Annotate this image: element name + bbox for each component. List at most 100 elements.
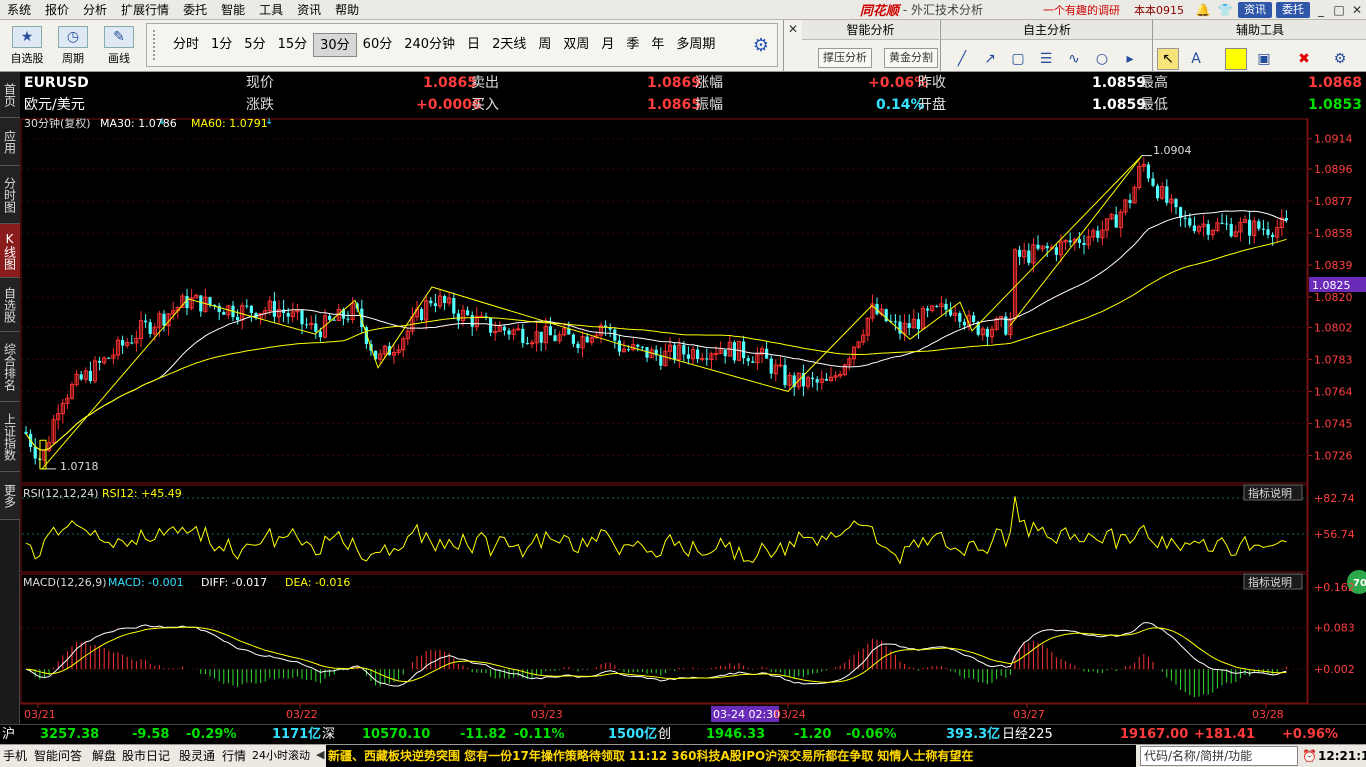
candle-down[interactable]: [249, 305, 253, 313]
shirt-icon[interactable]: 👕: [1217, 3, 1233, 17]
candle-down[interactable]: [926, 308, 930, 311]
menu-analysis[interactable]: 分析: [76, 0, 114, 20]
period-5min[interactable]: 5分: [238, 33, 271, 57]
candle-down[interactable]: [470, 315, 474, 327]
candle-down[interactable]: [452, 298, 456, 314]
candle-down[interactable]: [696, 349, 700, 360]
close-icon[interactable]: ✕: [1348, 3, 1366, 17]
candle-down[interactable]: [673, 345, 677, 360]
candle-down[interactable]: [585, 336, 589, 343]
menu-extended-market[interactable]: 扩展行情: [114, 0, 176, 20]
candle-up[interactable]: [778, 364, 783, 367]
candle-down[interactable]: [958, 313, 962, 322]
gear-icon[interactable]: ⚙: [1329, 48, 1351, 70]
candle-down[interactable]: [746, 358, 750, 362]
candle-down[interactable]: [144, 320, 148, 323]
watchlist-button[interactable]: ★ 自选股: [4, 23, 50, 69]
menu-news[interactable]: 资讯: [290, 0, 328, 20]
candle-down[interactable]: [723, 349, 727, 357]
candle-down[interactable]: [1156, 185, 1160, 199]
candle-down[interactable]: [466, 310, 470, 316]
line-tool-icon[interactable]: ╱: [951, 48, 973, 70]
candle-up[interactable]: [713, 352, 719, 355]
period-multi[interactable]: 多周期: [670, 33, 721, 57]
candle-down[interactable]: [1229, 224, 1233, 237]
candle-down[interactable]: [1036, 244, 1040, 249]
candle-down[interactable]: [98, 360, 102, 363]
candle-down[interactable]: [962, 321, 966, 326]
candle-down[interactable]: [107, 357, 111, 359]
menu-tools[interactable]: 工具: [252, 0, 290, 20]
candle-down[interactable]: [79, 374, 83, 380]
candle-down[interactable]: [199, 295, 203, 312]
candle-down[interactable]: [815, 379, 819, 383]
candle-down[interactable]: [783, 364, 787, 386]
period-quarter[interactable]: 季: [620, 33, 645, 57]
candle-down[interactable]: [1027, 250, 1031, 263]
menu-smart[interactable]: 智能: [214, 0, 252, 20]
tab-home[interactable]: 首页: [0, 72, 20, 118]
period-month[interactable]: 月: [595, 33, 620, 57]
bottom-tab-mobile[interactable]: 手机: [3, 745, 27, 767]
candle-down[interactable]: [272, 301, 276, 317]
candle-down[interactable]: [893, 321, 897, 323]
candle-down[interactable]: [130, 342, 134, 344]
candle-down[interactable]: [811, 377, 815, 380]
candle-down[interactable]: [539, 331, 543, 343]
bell-icon[interactable]: 🔔: [1195, 3, 1211, 17]
menu-system[interactable]: 系统: [0, 0, 38, 20]
menu-quote[interactable]: 报价: [38, 0, 76, 20]
candle-down[interactable]: [567, 328, 571, 335]
candle-down[interactable]: [1045, 245, 1049, 249]
candle-down[interactable]: [916, 319, 920, 330]
candle-down[interactable]: [507, 330, 511, 335]
candle-down[interactable]: [420, 309, 424, 321]
candle-down[interactable]: [1165, 186, 1169, 203]
survey-link[interactable]: 一个有趣的调研: [1043, 2, 1120, 18]
candle-down[interactable]: [659, 355, 663, 366]
candle-up[interactable]: [529, 342, 535, 345]
candle-down[interactable]: [1114, 214, 1118, 228]
candle-down[interactable]: [1018, 249, 1022, 257]
candle-down[interactable]: [769, 358, 773, 374]
candle-down[interactable]: [1146, 164, 1150, 179]
candle-down[interactable]: [1225, 223, 1229, 225]
text-tool-icon[interactable]: A: [1185, 48, 1207, 70]
candle-down[interactable]: [1188, 218, 1192, 226]
cy-label[interactable]: 创: [658, 725, 671, 744]
candle-down[interactable]: [1054, 247, 1058, 255]
rsi-help-button[interactable]: 指标说明: [1248, 486, 1292, 500]
news-text[interactable]: 新疆、西藏板块逆势突围 您有一份17年操作策略待领取 11:12 360科技A股…: [328, 745, 973, 767]
bottom-tab-24h[interactable]: 24小时滚动: [252, 745, 310, 767]
candle-down[interactable]: [571, 334, 575, 344]
candle-down[interactable]: [1248, 219, 1252, 236]
save-icon[interactable]: ▣: [1253, 48, 1275, 70]
candle-down[interactable]: [456, 313, 460, 321]
bottom-tab-analysis[interactable]: 解盘: [92, 745, 116, 767]
sz-label[interactable]: 深: [322, 725, 335, 744]
candle-down[interactable]: [300, 310, 304, 325]
candle-down[interactable]: [742, 341, 746, 359]
candle-down[interactable]: [502, 326, 506, 331]
candle-down[interactable]: [314, 323, 318, 332]
candle-down[interactable]: [627, 349, 631, 351]
candle-down[interactable]: [944, 303, 948, 310]
macd-help-button[interactable]: 指标说明: [1248, 575, 1292, 589]
circle-tool-icon[interactable]: ○: [1091, 48, 1113, 70]
period-week[interactable]: 周: [532, 33, 557, 57]
candle-down[interactable]: [985, 328, 989, 337]
close-icon[interactable]: ✕: [786, 22, 800, 36]
channel-tool-icon[interactable]: ☰: [1035, 48, 1057, 70]
menu-help[interactable]: 帮助: [328, 0, 366, 20]
candle-down[interactable]: [208, 297, 212, 305]
candle-down[interactable]: [613, 329, 617, 341]
candle-down[interactable]: [328, 315, 332, 320]
candle-down[interactable]: [33, 446, 37, 459]
candle-down[interactable]: [346, 318, 350, 320]
search-input[interactable]: 代码/名称/简拼/功能: [1140, 746, 1298, 766]
wave-tool-icon[interactable]: ∿: [1063, 48, 1085, 70]
trade-button[interactable]: 委托: [1276, 1, 1310, 18]
golden-section-button[interactable]: 黄金分割: [884, 48, 938, 68]
bottom-tab-qa[interactable]: 智能问答: [34, 745, 82, 767]
minimize-icon[interactable]: _: [1312, 3, 1330, 17]
